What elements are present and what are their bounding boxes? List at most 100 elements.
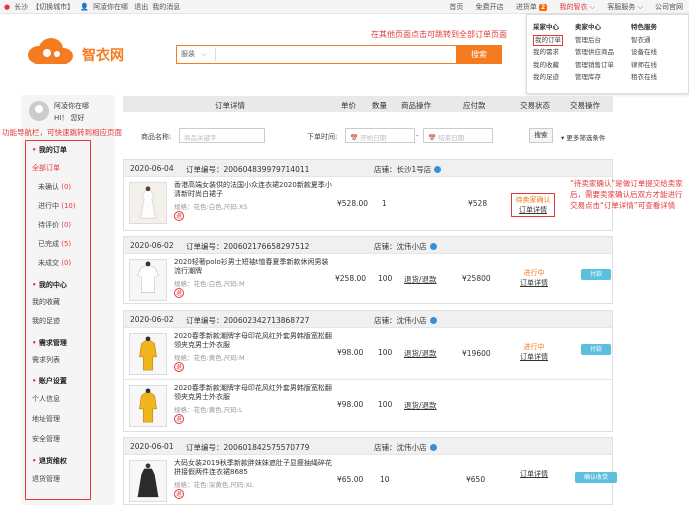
end-date-placeholder: 结束日期 (438, 134, 465, 142)
sidebar-item-footprints[interactable]: 我的足迹 (32, 316, 60, 326)
site-name[interactable]: 智衣网 (82, 45, 124, 65)
order-shop[interactable]: 店铺：沈伟小店 (374, 241, 437, 252)
product-name[interactable]: 2020春季新款潮牌字母印花风红外套男韩版宽松翻领夹克男士外衣服 (174, 332, 334, 350)
unit-price: ¥98.00 (337, 348, 364, 357)
quantity: 100 (378, 274, 393, 283)
refund-link[interactable]: 退货/退款 (404, 348, 437, 359)
nav-label: 未成交 (38, 259, 59, 267)
product-spec: 规格：花色:白色,尺码:XS (174, 203, 248, 211)
order-detail-link[interactable]: 订单详情 (512, 205, 554, 215)
product-thumbnail[interactable] (129, 182, 167, 224)
cloud-logo-icon[interactable] (25, 35, 75, 67)
shop-name: 沈伟小店 (396, 242, 427, 251)
filter-bar: 商品名称: 商品关键字 下单时间: 📅 开始日期 - 📅 结束日期 搜索 ▾ 更… (123, 126, 613, 148)
chat-icon[interactable] (429, 243, 437, 250)
sidebar-item-return-manage[interactable]: 退货管理 (32, 474, 60, 484)
service-menu[interactable]: 客服服务 ⌵ (607, 2, 643, 12)
my-zhiyi-menu[interactable]: 我的智衣 ⌵ (559, 2, 595, 12)
product-thumbnail[interactable] (129, 259, 167, 301)
payable-total: ¥650 (466, 475, 486, 484)
company-link[interactable]: 公司官网 (655, 2, 683, 12)
order-shop[interactable]: 店铺：沈伟小店 (374, 442, 437, 453)
sidebar-item-to-review[interactable]: 待评价 (0) (38, 220, 71, 230)
more-filters-toggle[interactable]: ▾ 更多筛选条件 (561, 132, 605, 142)
switch-city-link[interactable]: 【切换城市】 (32, 3, 74, 11)
unit-price: ¥65.00 (337, 475, 364, 484)
avatar[interactable] (29, 101, 49, 121)
sidebar-item-completed[interactable]: 已完成 (5) (38, 239, 71, 249)
sidebar-item-security[interactable]: 安全管理 (32, 434, 60, 444)
search-input[interactable] (219, 46, 449, 62)
sidebar-item-demand-list[interactable]: 需求列表 (32, 355, 60, 365)
shop-label: 店铺： (374, 316, 397, 325)
dropdown-item[interactable]: 智衣通 (631, 34, 681, 47)
product-thumbnail[interactable] (129, 460, 167, 502)
dropdown-item[interactable]: 租衣在线 (631, 71, 681, 84)
sidebar-item-personal-info[interactable]: 个人信息 (32, 394, 60, 404)
sidebar-item-not-closed[interactable]: 未成交 (0) (38, 258, 71, 268)
table-row: 香港高端女装供的法国小众连衣裙2020新款夏季小清新时尚白裙子 规格：花色:白色… (124, 176, 612, 231)
product-name[interactable]: 大码女装2019秋季新款胖妹妹遮肚子显瘦抽绳碎花拼接假两件连衣裙8685 (174, 459, 334, 477)
order-detail-link[interactable]: 订单详情 (512, 352, 556, 362)
dropdown-item[interactable]: 管理库存 (575, 71, 625, 84)
product-thumbnail[interactable] (129, 385, 167, 427)
sidebar-item-favorites[interactable]: 我的收藏 (32, 297, 60, 307)
dropdown-item[interactable]: 管理销售订单 (575, 59, 625, 72)
dropdown-item[interactable]: 律师在线 (631, 59, 681, 72)
pay-button[interactable]: 付款 (581, 269, 611, 280)
search-button[interactable]: 搜索 (456, 44, 502, 64)
product-thumbnail[interactable] (129, 333, 167, 375)
nav-label: 待评价 (38, 221, 59, 229)
order-no-label: 订单编号： (186, 316, 224, 325)
return-tag-icon: 退 (174, 288, 184, 298)
order-shop[interactable]: 店铺：沈伟小店 (374, 315, 437, 326)
start-date-input[interactable]: 📅 开始日期 (345, 128, 415, 143)
shop-label: 店铺： (374, 242, 397, 251)
order-detail-link[interactable]: 订单详情 (512, 469, 556, 479)
my-zhiyi-label: 我的智衣 (559, 3, 588, 11)
annotation-orders-note: 在其他页面点击可跳转到全部订单页面 (371, 30, 507, 39)
end-date-input[interactable]: 📅 结束日期 (423, 128, 493, 143)
home-link[interactable]: 首页 (449, 2, 463, 12)
nav-label: 进行中 (38, 202, 59, 210)
product-name[interactable]: 香港高端女装供的法国小众连衣裙2020新款夏季小清新时尚白裙子 (174, 181, 334, 199)
search-category-select[interactable]: 服装 (181, 49, 206, 59)
product-spec: 规格：花色:深黄色,尺码:XL (174, 481, 254, 489)
order-detail-link[interactable]: 订单详情 (512, 278, 556, 288)
logout-link[interactable]: 退出 (134, 3, 148, 11)
product-name[interactable]: 2020轻奢polo衫男士短袖t恤春夏季新款休闲男装流行潮牌 (174, 258, 334, 276)
order-shop[interactable]: 店铺：长沙1号店 (374, 164, 442, 175)
user-icon: 👤 (80, 3, 90, 11)
service-label: 客服服务 (607, 3, 636, 11)
order-no-value: 200604839979714011 (223, 165, 310, 174)
order-no-value: 200602342713868727 (223, 316, 310, 325)
product-name-input[interactable]: 商品关键字 (179, 128, 265, 143)
unit-price: ¥98.00 (337, 400, 364, 409)
sidebar-item-all-orders[interactable]: 全部订单 (32, 163, 60, 173)
quantity: 1 (382, 199, 387, 208)
sidebar-item-unconfirmed[interactable]: 未确认 (0) (38, 182, 71, 192)
unit-price: ¥258.00 (335, 274, 367, 283)
filter-search-button[interactable]: 搜索 (529, 128, 553, 143)
dropdown-item[interactable]: 管理后台 (575, 34, 625, 47)
sidebar-item-in-progress[interactable]: 进行中 (10) (38, 201, 76, 211)
refund-link[interactable]: 退货/退款 (404, 274, 437, 285)
cart-link[interactable]: 进货单 2 (516, 2, 548, 12)
messages-link[interactable]: 我的消息 (152, 3, 180, 11)
free-store-link[interactable]: 免费开店 (476, 2, 504, 12)
dropdown-item[interactable]: 设备在线 (631, 46, 681, 59)
sidebar-username: 阿凌你在哪 (54, 102, 89, 110)
product-name[interactable]: 2020春季新款潮牌字母印花风红外套男韩版宽松翻领夹克男士外衣服 (174, 384, 334, 402)
chat-icon[interactable] (429, 317, 437, 324)
dropdown-item[interactable]: 管理供应商品 (575, 46, 625, 59)
col-order-detail: 订单详情 (215, 101, 245, 110)
sidebar-item-address[interactable]: 地址管理 (32, 414, 60, 424)
unit-price: ¥528.00 (337, 199, 369, 208)
refund-link[interactable]: 退货/退款 (404, 400, 437, 411)
chat-icon[interactable] (434, 166, 442, 173)
chat-icon[interactable] (429, 444, 437, 451)
pay-button[interactable]: 付款 (581, 344, 611, 355)
order-date: 2020-06-04 (130, 164, 174, 173)
location-text: 长沙 (14, 3, 29, 11)
confirm-receipt-button[interactable]: 确认收货 (575, 472, 617, 483)
